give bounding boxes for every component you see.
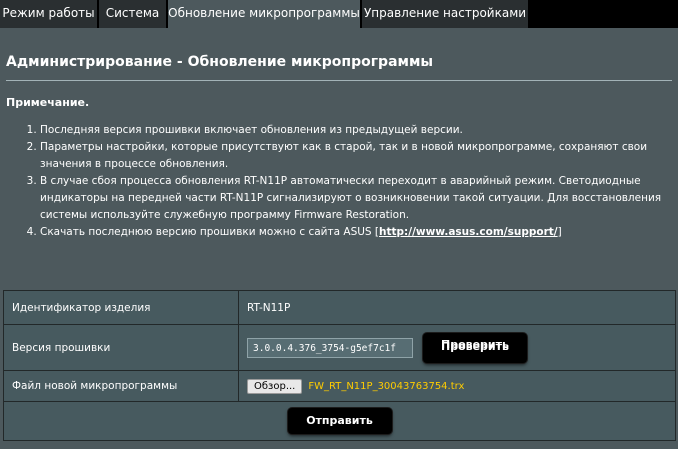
selected-file-name: FW_RT_N11P_30043763754.trx xyxy=(308,380,465,392)
tab-operation-mode[interactable]: Режим работы xyxy=(0,0,98,28)
asus-support-link[interactable]: http://www.asus.com/support/ xyxy=(379,226,558,238)
note-item: Скачать последнюю версию прошивки можно … xyxy=(40,224,678,241)
page-title: Администрирование - Обновление микропрог… xyxy=(6,54,434,70)
firmware-version-field: 3.0.0.4.376_3754-g5ef7c1f xyxy=(247,337,413,358)
tab-firmware-upgrade[interactable]: Обновление микропрограммы xyxy=(168,0,361,28)
check-firmware-button[interactable]: Проверить Проверить xyxy=(423,332,527,363)
note-download-text: Скачать последнюю версию прошивки можно … xyxy=(40,226,380,238)
tab-bar: Режим работы Система Обновление микропро… xyxy=(0,0,678,28)
browse-button[interactable]: Обзор... xyxy=(247,378,303,394)
submit-cell: Отправить xyxy=(3,401,676,441)
note-download-suffix: ] xyxy=(557,226,562,238)
submit-button[interactable]: Отправить xyxy=(287,408,392,434)
title-divider xyxy=(6,80,672,81)
note-item: Параметры настройки, которые присутствую… xyxy=(40,139,678,173)
table-row: Идентификатор изделия RT-N11P xyxy=(3,290,676,325)
firmware-info-table: Идентификатор изделия RT-N11P Версия про… xyxy=(3,290,676,441)
table-row: Версия прошивки 3.0.0.4.376_3754-g5ef7c1… xyxy=(3,324,676,371)
new-firmware-label: Файл новой микропрограммы xyxy=(3,370,239,402)
note-heading: Примечание. xyxy=(6,96,90,109)
tab-system[interactable]: Система xyxy=(99,0,167,28)
firmware-version-cell: 3.0.0.4.376_3754-g5ef7c1f Проверить Провер… xyxy=(238,324,676,371)
table-row: Файл новой микропрограммы Обзор... FW_RT_… xyxy=(3,370,676,402)
product-id-value: RT-N11P xyxy=(238,290,676,325)
note-item: Последняя версия прошивки включает обнов… xyxy=(40,122,678,139)
check-button-label: Проверить xyxy=(441,337,509,351)
main-content: Администрирование - Обновление микропрог… xyxy=(0,28,678,449)
new-firmware-cell: Обзор... FW_RT_N11P_30043763754.trx xyxy=(238,370,676,402)
product-id-label: Идентификатор изделия xyxy=(3,290,239,325)
notes-list: Последняя версия прошивки включает обнов… xyxy=(14,122,678,241)
firmware-version-label: Версия прошивки xyxy=(3,324,239,371)
tab-settings-management[interactable]: Управление настройками xyxy=(362,0,529,28)
note-item: В случае сбоя процесса обновления RT-N11… xyxy=(40,173,678,224)
table-row: Отправить xyxy=(3,401,676,441)
